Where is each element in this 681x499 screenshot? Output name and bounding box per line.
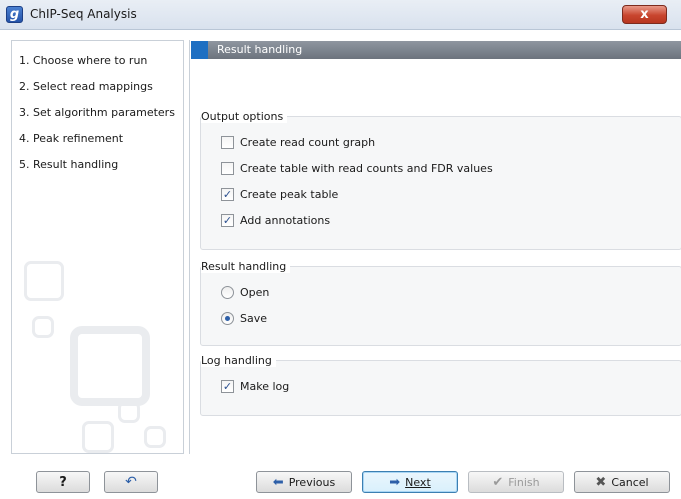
output-options-group: Output options Create read count graph C… <box>200 110 681 250</box>
cancel-label: Cancel <box>611 475 649 489</box>
section-header: Result handling <box>191 41 681 59</box>
step-select-read-mappings: 2. Select read mappings <box>19 80 153 93</box>
arrow-right-icon: ➡ <box>389 474 401 490</box>
log-handling-group: Log handling ✓ Make log <box>200 354 681 416</box>
make-log-label: Make log <box>240 379 290 393</box>
step-choose-where-to-run: 1. Choose where to run <box>19 54 148 67</box>
open-option[interactable]: Open <box>221 284 269 300</box>
help-button[interactable]: ? <box>36 471 90 493</box>
cancel-x-icon: ✖ <box>595 474 607 490</box>
section-header-title: Result handling <box>217 43 303 56</box>
create-table-option[interactable]: Create table with read counts and FDR va… <box>221 160 493 176</box>
save-radio[interactable] <box>221 311 234 325</box>
app-logo-icon: g <box>6 6 23 23</box>
create-peak-table-checkbox[interactable]: ✓ <box>221 187 234 201</box>
close-button[interactable]: x <box>622 5 667 24</box>
previous-button[interactable]: ⬅ Previous <box>256 471 352 493</box>
next-label: Next <box>405 475 431 489</box>
reset-icon: ↶ <box>125 474 137 490</box>
open-label: Open <box>240 285 270 299</box>
save-label: Save <box>240 311 268 325</box>
create-table-label: Create table with read counts and FDR va… <box>240 161 493 175</box>
add-annotations-checkbox[interactable]: ✓ <box>221 213 234 227</box>
make-log-checkbox[interactable]: ✓ <box>221 379 234 393</box>
finish-button[interactable]: ✔ Finish <box>468 471 564 493</box>
create-read-count-graph-checkbox[interactable] <box>221 135 234 149</box>
add-annotations-option[interactable]: ✓ Add annotations <box>221 212 330 228</box>
title-bar: g ChIP-Seq Analysis x <box>0 0 681 30</box>
save-option[interactable]: Save <box>221 310 267 326</box>
previous-label: Previous <box>288 475 336 489</box>
wizard-steps-panel: 1. Choose where to run 2. Select read ma… <box>11 40 184 454</box>
window-title: ChIP-Seq Analysis <box>30 7 137 21</box>
header-accent <box>191 41 208 59</box>
cancel-button[interactable]: ✖ Cancel <box>574 471 670 493</box>
create-read-count-graph-option[interactable]: Create read count graph <box>221 134 375 150</box>
create-peak-table-option[interactable]: ✓ Create peak table <box>221 186 338 202</box>
create-table-checkbox[interactable] <box>221 161 234 175</box>
step-peak-refinement: 4. Peak refinement <box>19 132 124 145</box>
add-annotations-label: Add annotations <box>240 213 331 227</box>
finish-label: Finish <box>508 475 540 489</box>
result-handling-title: Result handling <box>201 260 291 273</box>
open-radio[interactable] <box>221 285 234 299</box>
reset-button[interactable]: ↶ <box>104 471 158 493</box>
output-options-title: Output options <box>201 110 288 123</box>
create-read-count-graph-label: Create read count graph <box>240 135 376 149</box>
log-handling-title: Log handling <box>201 354 276 367</box>
arrow-left-icon: ⬅ <box>272 474 284 490</box>
step-set-algorithm-parameters: 3. Set algorithm parameters <box>19 106 175 119</box>
result-handling-panel: Result handling Output options Create re… <box>189 40 681 454</box>
step-result-handling: 5. Result handling <box>19 158 119 171</box>
make-log-option[interactable]: ✓ Make log <box>221 378 289 394</box>
create-peak-table-label: Create peak table <box>240 187 339 201</box>
checkmark-icon: ✔ <box>492 474 504 490</box>
result-handling-group: Result handling Open Save <box>200 260 681 346</box>
next-button[interactable]: ➡ Next <box>362 471 458 493</box>
